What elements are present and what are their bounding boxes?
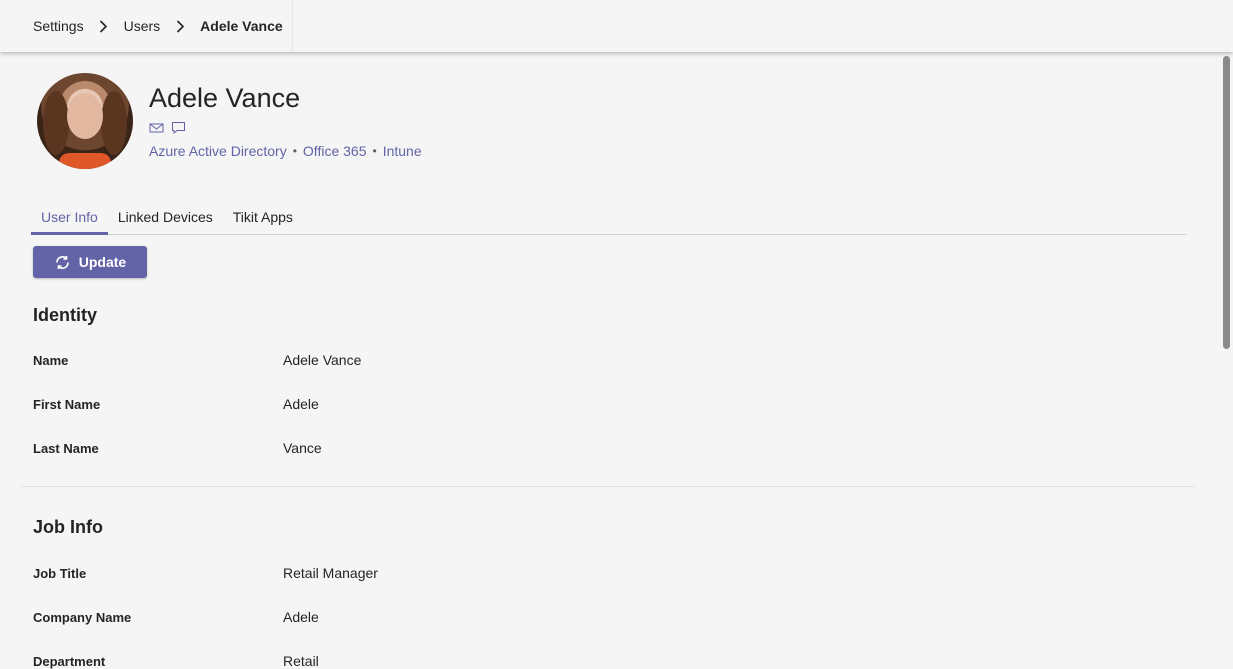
refresh-icon [54,254,71,271]
top-bar: Settings Users Adele Vance [0,0,1233,52]
breadcrumb-users[interactable]: Users [124,18,161,34]
scrollbar-thumb[interactable] [1223,56,1230,349]
field-value-department: Retail [283,653,319,669]
job-info-section-title: Job Info [33,517,103,537]
contact-icons [149,121,186,134]
tab-tikit-apps[interactable]: Tikit Apps [223,205,303,235]
update-button[interactable]: Update [33,246,147,278]
source-link-intune[interactable]: Intune [383,143,422,159]
mail-icon[interactable] [149,121,164,134]
avatar [37,73,133,169]
field-value-job-title: Retail Manager [283,565,378,581]
vertical-scrollbar[interactable] [1220,52,1233,668]
user-name: Adele Vance [149,83,301,113]
tab-bar: User Info Linked Devices Tikit Apps [31,205,1187,235]
chat-icon[interactable] [171,121,186,134]
tab-user-info[interactable]: User Info [31,205,108,235]
identity-section-title: Identity [33,305,98,325]
breadcrumb-settings[interactable]: Settings [33,18,84,34]
field-label-company-name: Company Name [33,610,132,625]
field-value-first-name: Adele [283,396,319,412]
update-button-label: Update [78,254,127,270]
section-divider [21,486,1195,487]
source-link-office365[interactable]: Office 365 [303,143,367,159]
field-label-first-name: First Name [33,397,101,412]
breadcrumb: Settings Users Adele Vance [0,0,293,52]
breadcrumb-current: Adele Vance [200,18,283,34]
field-value-company-name: Adele [283,609,319,625]
field-label-job-title: Job Title [33,566,87,581]
directory-sources: Azure Active Directory • Office 365 • In… [149,143,422,159]
separator-dot: • [372,144,377,158]
chevron-right-icon [160,19,200,33]
chevron-right-icon [84,19,124,33]
tab-linked-devices[interactable]: Linked Devices [108,205,223,235]
field-label-last-name: Last Name [33,441,99,456]
separator-dot: • [292,144,297,158]
field-value-last-name: Vance [283,440,322,456]
source-link-azure-ad[interactable]: Azure Active Directory [149,143,287,159]
field-value-name: Adele Vance [283,352,362,368]
field-label-department: Department [33,654,106,669]
field-label-name: Name [33,353,69,368]
main-content: Adele Vance Azure Active Directory • Off… [0,52,1220,669]
